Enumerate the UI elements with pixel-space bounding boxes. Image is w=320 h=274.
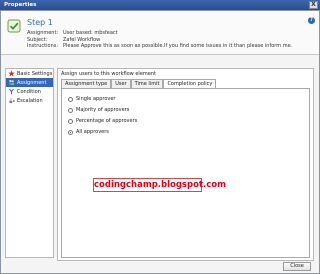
people-icon (8, 79, 15, 86)
star-icon (8, 70, 15, 77)
step-icon (7, 19, 21, 33)
assignment-value: User based: mbsfeact (63, 30, 118, 36)
tab-assignment-type[interactable]: Assignment type (61, 79, 112, 88)
sidebar-item-assignment[interactable]: Assignment (6, 78, 53, 87)
instructions-key: Instructions: (27, 43, 59, 49)
radio-circle[interactable] (68, 129, 73, 135)
completion-policy-panel: Single approver Majority of approvers Pe… (61, 88, 310, 258)
sidebar-item-label: Condition (17, 88, 41, 95)
escalation-icon (8, 97, 15, 104)
sidebar-item-label: Assignment (17, 79, 47, 86)
step-header: Step 1 Assignment: User based: mbsfeact S… (1, 11, 319, 55)
sidebar-item-condition[interactable]: Condition (6, 87, 53, 96)
tab-user[interactable]: User (111, 79, 131, 88)
radio-label: Single approver (76, 96, 116, 102)
tab-strip: Assignment type User Time limit Completi… (61, 79, 217, 89)
window-title: Properties (4, 2, 37, 8)
radio-circle[interactable] (68, 96, 73, 102)
content-panel: Assign users to this workflow element As… (57, 68, 314, 261)
sidebar-item-escalation[interactable]: Escalation (6, 96, 53, 105)
sidebar: Basic Settings Assignment Condition Esca… (5, 68, 54, 258)
instructions-value: Please Approve this as soon as possible.… (63, 43, 293, 49)
window-titlebar: Properties X (0, 0, 320, 10)
radio-circle[interactable] (68, 107, 73, 113)
subject-value: Zafel Workflow (63, 36, 101, 43)
sidebar-item-basic-settings[interactable]: Basic Settings (6, 69, 53, 78)
watermark-label: codingchamp.blogspot.com (93, 178, 226, 192)
sidebar-item-label: Basic Settings (17, 70, 53, 77)
help-icon[interactable]: ? (308, 17, 315, 24)
tab-time-limit[interactable]: Time limit (130, 79, 164, 88)
radio-percentage-of-approvers[interactable]: Percentage of approvers (68, 118, 137, 124)
sidebar-item-label: Escalation (17, 97, 43, 104)
fork-icon (8, 88, 15, 95)
radio-label: Majority of approvers (76, 107, 130, 113)
radio-all-approvers[interactable]: All approvers (68, 129, 109, 135)
radio-majority-of-approvers[interactable]: Majority of approvers (68, 107, 129, 113)
close-window-button[interactable]: X (309, 1, 318, 9)
radio-single-approver[interactable]: Single approver (68, 96, 115, 102)
footer: Close (1, 261, 319, 273)
close-button[interactable]: Close (283, 262, 311, 271)
dialog-window: Step 1 Assignment: User based: mbsfeact S… (0, 10, 320, 274)
radio-circle[interactable] (68, 118, 73, 124)
radio-label: Percentage of approvers (76, 118, 138, 124)
step-title: Step 1 (27, 18, 53, 27)
content-heading: Assign users to this workflow element (61, 71, 156, 77)
step-meta: Assignment: User based: mbsfeact Subject:… (27, 30, 292, 50)
radio-label: All approvers (76, 129, 109, 135)
